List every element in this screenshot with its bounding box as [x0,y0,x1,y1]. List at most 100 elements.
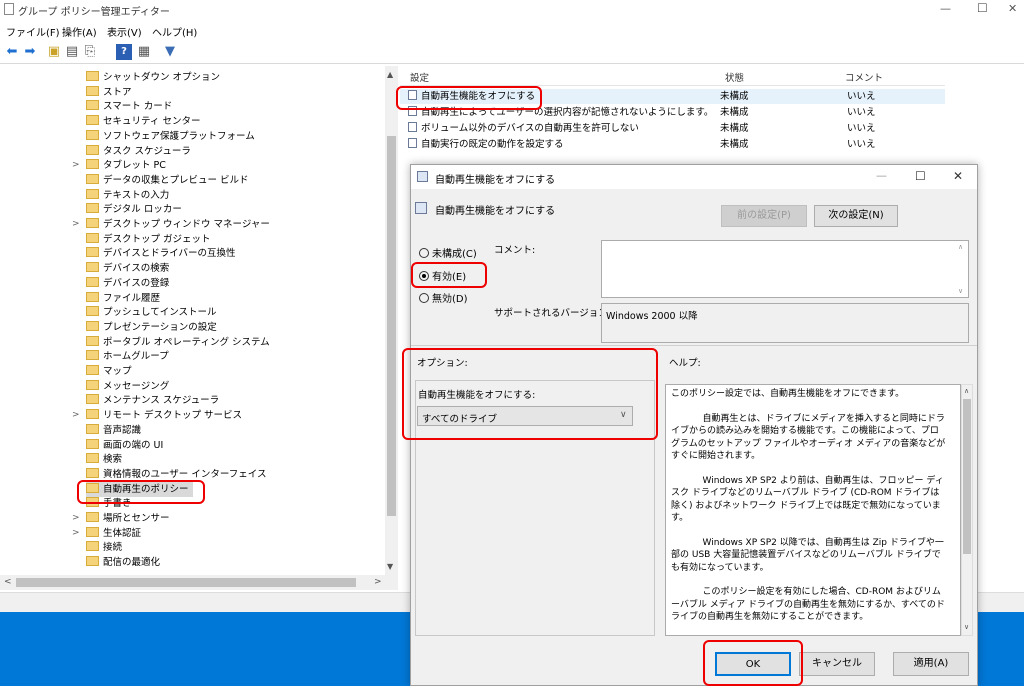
tree-item[interactable]: ストア [86,85,132,100]
window-titlebar: グループ ポリシー管理エディター — ☐ ✕ [0,0,1024,20]
properties-icon[interactable]: ▦ [136,44,152,60]
tree-item[interactable]: > リモート デスクトップ サービス [72,408,242,423]
tree-item[interactable]: シャットダウン オプション [86,70,220,85]
tree-item[interactable]: ファイル履歴 [86,291,160,306]
tree-item[interactable]: プッシュしてインストール [86,305,217,320]
menu-help[interactable]: ヘルプ(H) [152,24,197,39]
folder-icon [86,526,99,537]
tree-item[interactable]: > 生体認証 [72,526,141,541]
folder-up-icon[interactable]: ▣ [46,44,62,60]
tree-item[interactable]: > 場所とセンサー [72,511,170,526]
tree-item[interactable]: > タブレット PC [72,158,166,173]
next-setting-button[interactable]: 次の設定(N) [814,205,898,227]
column-header-comment[interactable]: コメント [845,70,883,84]
tree-item[interactable]: スマート カード [86,99,172,114]
tree-item[interactable]: セキュリティ センター [86,114,200,129]
window-title: グループ ポリシー管理エディター [18,7,170,18]
list-row[interactable]: 自動実行の既定の動作を設定する [408,137,564,152]
tree-item[interactable]: 検索 [86,452,122,467]
tree-item[interactable]: メンテナンス スケジューラ [86,393,219,408]
tree-item[interactable]: ソフトウェア保護プラットフォーム [86,129,255,144]
tree-item[interactable]: 配信の最適化 [86,555,160,570]
tree-item-label: データの収集とプレビュー ビルド [103,174,249,186]
apply-button[interactable]: 適用(A) [893,652,969,676]
tree-item[interactable]: デバイスの登録 [86,276,169,291]
tree-item-label: スマート カード [103,101,173,113]
menu-bar: ファイル(F) 操作(A) 表示(V) ヘルプ(H) [0,20,1024,40]
tree-item[interactable]: プレゼンテーションの設定 [86,320,217,335]
tree-item[interactable]: デスクトップ ガジェット [86,232,211,247]
comment-textarea[interactable]: ∧ ∨ [601,240,969,298]
tree-item[interactable]: 接続 [86,540,122,555]
tree-item[interactable]: デバイスの検索 [86,261,169,276]
help-scrollbar[interactable]: ∧ ∨ [961,384,973,636]
scroll-left-icon[interactable]: < [4,577,12,587]
scroll-down-icon[interactable]: ∨ [964,623,969,631]
column-header-setting[interactable]: 設定 [410,70,429,84]
folder-icon [86,159,99,170]
prev-setting-button[interactable]: 前の設定(P) [721,205,807,227]
maximize-button[interactable]: ☐ [977,1,988,15]
hscroll-thumb[interactable] [16,578,356,587]
tree-item[interactable]: デバイスとドライバーの互換性 [86,246,236,261]
expand-chevron-icon[interactable]: > [72,526,80,541]
policy-name: 自動再生機能をオフにする [435,206,556,217]
tree-item[interactable]: デジタル ロッカー [86,202,182,217]
dialog-maximize-button[interactable]: ☐ [915,169,926,183]
radio-disabled[interactable]: 無効(D) [419,290,468,305]
menu-file[interactable]: ファイル(F) [6,24,60,39]
filter-icon[interactable]: ▼ [162,44,178,60]
folder-icon [86,438,99,449]
tree-item[interactable]: 音声認識 [86,423,141,438]
help-paragraph: このポリシー設定によって、これ以外の種類のドライブでの自動再生を無効にすることが… [671,636,946,637]
scroll-right-icon[interactable]: > [374,577,382,587]
folder-icon [86,173,99,184]
tree-item[interactable]: マップ [86,364,132,379]
radio-not-configured[interactable]: 未構成(C) [419,245,477,260]
close-button[interactable]: ✕ [1008,2,1017,15]
row-comment: いいえ [847,139,876,150]
expand-chevron-icon[interactable]: > [72,408,80,423]
help-paragraph: 自動再生とは、ドライブにメディアを挿入すると同時にドライブからの読み込みを開始す… [671,413,946,462]
scroll-up-icon[interactable]: ▲ [387,70,393,79]
scroll-down-icon[interactable]: ∨ [958,287,963,295]
tree-item[interactable]: タスク スケジューラ [86,144,191,159]
dialog-close-button[interactable]: ✕ [953,169,963,183]
tree-vertical-scrollbar[interactable]: ▲ ▼ [385,66,398,590]
column-header-state[interactable]: 状態 [725,70,744,84]
tree-horizontal-scrollbar[interactable]: < > [0,575,398,590]
forward-arrow-icon[interactable]: ➡ [22,44,38,60]
back-arrow-icon[interactable]: ⬅ [4,44,20,60]
row-comment: いいえ [847,107,876,118]
tree-item[interactable]: メッセージング [86,379,169,394]
folder-icon [86,218,99,228]
policy-icon [408,138,417,148]
menu-action[interactable]: 操作(A) [62,24,97,39]
scroll-down-icon[interactable]: ▼ [387,562,393,571]
dialog-minimize-button[interactable]: — [876,169,887,182]
tree-item[interactable]: > デスクトップ ウィンドウ マネージャー [72,217,270,232]
tree-item[interactable]: データの収集とプレビュー ビルド [86,173,249,188]
cancel-button[interactable]: キャンセル [799,652,875,676]
tree-item[interactable]: テキストの入力 [86,188,169,203]
help-icon[interactable]: ? [116,44,132,60]
tree-item[interactable]: 画面の端の UI [86,438,163,453]
folder-icon [86,291,99,302]
expand-chevron-icon[interactable]: > [72,511,80,526]
show-hide-tree-icon[interactable]: ▤ [64,44,80,60]
expand-chevron-icon[interactable]: > [72,158,80,173]
export-list-icon[interactable]: ⎘ [82,44,98,60]
menu-view[interactable]: 表示(V) [107,24,142,39]
scroll-thumb[interactable] [387,136,396,516]
help-label: ヘルプ: [669,358,701,369]
scroll-up-icon[interactable]: ∧ [958,243,963,251]
minimize-button[interactable]: — [940,2,951,15]
folder-icon [86,144,99,155]
expand-chevron-icon[interactable]: > [72,217,80,232]
scroll-thumb[interactable] [963,399,971,554]
scroll-up-icon[interactable]: ∧ [964,387,969,395]
folder-icon [86,335,99,346]
tree-item[interactable]: ホームグループ [86,349,169,364]
tree-item[interactable]: ポータブル オペレーティング システム [86,335,270,350]
list-row[interactable]: ボリューム以外のデバイスの自動再生を許可しない [408,121,639,136]
